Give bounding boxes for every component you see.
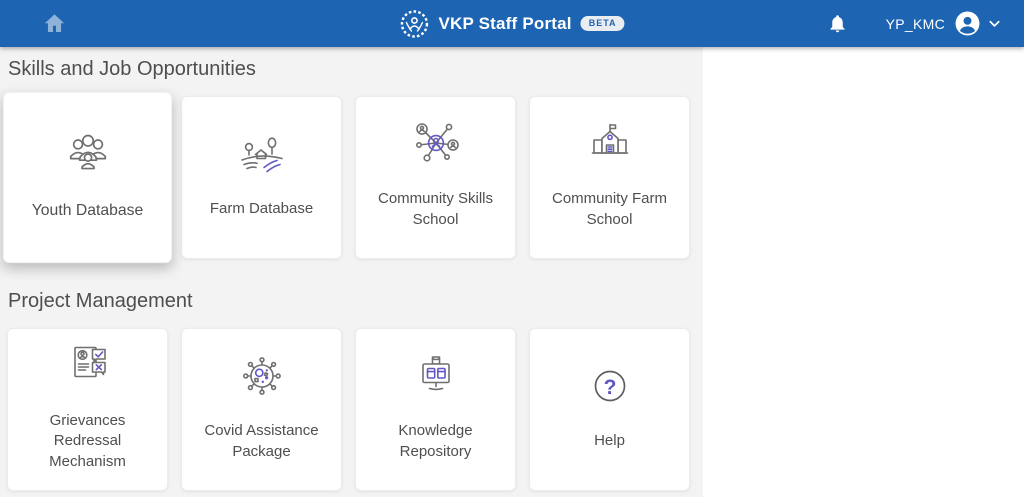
card-row-skills: Youth Database — [7, 96, 703, 259]
people-group-icon — [58, 123, 117, 184]
card-label: Help — [594, 431, 625, 451]
question-mark-icon: ? — [582, 357, 638, 415]
document-feedback-icon — [60, 337, 116, 395]
section-title-skills: Skills and Job Opportunities — [8, 55, 703, 83]
card-label: Youth Database — [32, 200, 144, 221]
bell-icon — [827, 13, 848, 34]
portal-logo — [399, 9, 429, 39]
user-menu-button[interactable] — [955, 11, 980, 36]
avatar-icon — [955, 11, 980, 36]
svg-text:?: ? — [603, 376, 616, 399]
notifications-button[interactable] — [827, 13, 848, 34]
card-grievances-redressal[interactable]: Grievances Redressal Mechanism — [7, 328, 168, 491]
beta-badge: BETA — [581, 16, 625, 31]
chevron-down-icon[interactable] — [987, 16, 1002, 31]
virus-icon — [234, 347, 290, 405]
card-label: Covid Assistance Package — [192, 421, 331, 462]
card-covid-assistance[interactable]: Covid Assistance Package — [181, 328, 342, 491]
header-actions: YP_KMC — [827, 0, 1002, 47]
home-button[interactable] — [36, 0, 72, 47]
app-header: VKP Staff Portal BETA YP_KMC — [0, 0, 1024, 47]
main-content: Skills and Job Opportunities Youth Datab… — [0, 47, 703, 497]
card-community-skills-school[interactable]: Community Skills School — [355, 96, 516, 259]
school-building-icon — [582, 115, 638, 173]
farm-icon — [234, 125, 290, 183]
card-youth-database[interactable]: Youth Database — [3, 92, 172, 263]
card-community-farm-school[interactable]: Community Farm School — [529, 96, 690, 259]
page-title: VKP Staff Portal — [438, 14, 571, 34]
card-label: Grievances Redressal Mechanism — [18, 411, 157, 472]
section-title-projects: Project Management — [8, 287, 703, 315]
card-help[interactable]: ? Help — [529, 328, 690, 491]
card-row-projects: Grievances Redressal Mechanism — [7, 328, 703, 491]
username-label: YP_KMC — [886, 16, 945, 32]
card-label: Farm Database — [210, 199, 313, 219]
card-label: Community Skills School — [366, 189, 505, 230]
monitor-books-icon — [408, 347, 464, 405]
home-icon — [42, 11, 67, 36]
card-label: Knowledge Repository — [366, 421, 505, 462]
card-label: Community Farm School — [540, 189, 679, 230]
card-farm-database[interactable]: Farm Database — [181, 96, 342, 259]
header-brand: VKP Staff Portal BETA — [399, 0, 624, 47]
people-network-icon — [408, 115, 464, 173]
card-knowledge-repository[interactable]: Knowledge Repository — [355, 328, 516, 491]
